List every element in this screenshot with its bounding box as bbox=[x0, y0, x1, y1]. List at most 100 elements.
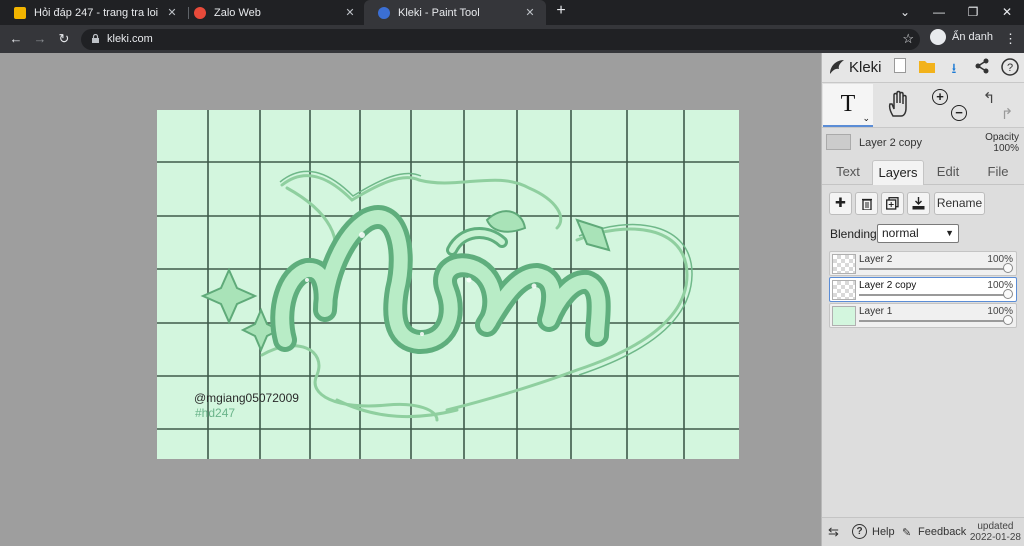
panel-footer: ⇆ ? Help ✎ Feedback updated 2022-01-28 bbox=[822, 517, 1024, 546]
layer-opacity-handle[interactable] bbox=[1003, 263, 1013, 273]
opacity-readout: Opacity 100% bbox=[985, 132, 1019, 154]
rename-button[interactable]: Rename bbox=[934, 192, 985, 215]
zalo-favicon-icon bbox=[194, 6, 206, 19]
chevron-down-icon[interactable]: ⌄ bbox=[890, 0, 920, 25]
tab-title: Hỏi đáp 247 - trang tra loi bbox=[34, 6, 159, 19]
updated-label: updated bbox=[977, 521, 1014, 532]
tab-text[interactable]: Text bbox=[826, 160, 870, 185]
reload-icon[interactable]: ↻ bbox=[55, 30, 73, 48]
signature-handle: @mgiang05072009 bbox=[194, 391, 299, 405]
swap-sides-icon[interactable]: ⇆ bbox=[828, 524, 839, 540]
bookmark-star-icon[interactable]: ☆ bbox=[902, 31, 914, 47]
hand-tool-icon[interactable] bbox=[884, 89, 914, 119]
svg-text:?: ? bbox=[1007, 62, 1013, 74]
layer-opacity-handle[interactable] bbox=[1003, 315, 1013, 325]
browser-toolbar: ← → ↻ kleki.com ☆ Ẩn danh ⋮ bbox=[0, 25, 1024, 53]
trash-icon bbox=[861, 198, 872, 211]
zoom-out-icon[interactable]: − bbox=[951, 105, 967, 121]
open-folder-icon[interactable] bbox=[917, 58, 937, 78]
updated-date: 2022-01-28 bbox=[969, 532, 1021, 543]
layer-opacity-slider[interactable] bbox=[859, 268, 1009, 270]
tab-zalo[interactable]: Zalo Web ✕ bbox=[180, 0, 366, 25]
back-arrow-icon[interactable]: ← bbox=[7, 30, 25, 48]
layer-thumbnail bbox=[832, 280, 856, 300]
kleki-side-panel: Kleki ⭳ ? T ⌄ + − ↰ ↱ Layer 2 copy Opacit… bbox=[821, 53, 1024, 546]
tab-title: Zalo Web bbox=[214, 6, 261, 19]
blending-row: Blending normal ▼ bbox=[822, 223, 1024, 245]
kleki-logo[interactable]: Kleki bbox=[828, 58, 882, 76]
tab-title: Kleki - Paint Tool bbox=[398, 6, 480, 19]
new-tab-button[interactable]: + bbox=[552, 2, 570, 20]
tab-file[interactable]: File bbox=[976, 160, 1020, 185]
redo-icon[interactable]: ↱ bbox=[998, 105, 1016, 123]
download-icon[interactable]: ⭳ bbox=[944, 58, 964, 78]
profile-label: Ẩn danh bbox=[952, 31, 993, 43]
duplicate-layer-button[interactable] bbox=[881, 192, 904, 215]
minimize-button[interactable]: — bbox=[924, 0, 954, 25]
undo-icon[interactable]: ↰ bbox=[980, 89, 998, 107]
help-link[interactable]: Help bbox=[872, 526, 895, 538]
address-bar[interactable]: kleki.com ☆ bbox=[81, 29, 920, 50]
layer-thumbnail bbox=[832, 306, 856, 326]
drawing-canvas[interactable]: @mgiang05072009 #hd247 bbox=[157, 110, 739, 459]
zoom-in-icon[interactable]: + bbox=[932, 89, 948, 105]
merge-down-icon bbox=[912, 197, 925, 210]
tab-layers[interactable]: Layers bbox=[872, 160, 924, 185]
feedback-link[interactable]: Feedback bbox=[918, 526, 966, 538]
close-icon[interactable]: ✕ bbox=[522, 6, 538, 19]
menu-kebab-icon[interactable]: ⋮ bbox=[1004, 31, 1017, 47]
close-icon[interactable]: ✕ bbox=[164, 6, 180, 19]
layer-actions: ✚ Rename bbox=[822, 190, 1024, 218]
canvas-artwork bbox=[157, 110, 739, 459]
panel-tabs: Text Layers Edit File bbox=[822, 157, 1024, 185]
incognito-profile-button[interactable]: Ẩn danh bbox=[930, 29, 993, 45]
current-layer-thumbnail bbox=[826, 134, 851, 150]
hoidap-favicon-icon bbox=[14, 6, 26, 19]
tool-selector-row: T ⌄ + − ↰ ↱ bbox=[822, 83, 1024, 128]
tab-edit[interactable]: Edit bbox=[926, 160, 970, 185]
close-icon[interactable]: ✕ bbox=[342, 6, 358, 19]
blending-select[interactable]: normal ▼ bbox=[877, 224, 959, 243]
layer-name: Layer 1 bbox=[859, 306, 893, 317]
forward-arrow-icon[interactable]: → bbox=[31, 30, 49, 48]
layer-thumbnail bbox=[832, 254, 856, 274]
duplicate-icon bbox=[886, 197, 899, 210]
merge-layer-button[interactable] bbox=[907, 192, 930, 215]
layer-name: Layer 2 bbox=[859, 254, 893, 265]
url-text: kleki.com bbox=[107, 33, 153, 45]
blending-label: Blending bbox=[830, 227, 877, 241]
text-tool-button[interactable]: T ⌄ bbox=[823, 84, 873, 127]
feedback-icon: ✎ bbox=[902, 527, 912, 539]
delete-layer-button[interactable] bbox=[855, 192, 878, 215]
app-name: Kleki bbox=[849, 58, 882, 76]
layer-name: Layer 2 copy bbox=[859, 280, 917, 291]
incognito-icon bbox=[930, 29, 946, 45]
new-file-icon[interactable] bbox=[890, 58, 910, 78]
chevron-down-icon[interactable]: ⌄ bbox=[862, 113, 870, 123]
chevron-down-icon: ▼ bbox=[945, 228, 954, 238]
layer-item[interactable]: Layer 1 100% bbox=[829, 303, 1017, 328]
layer-opacity-slider[interactable] bbox=[859, 320, 1009, 322]
add-layer-button[interactable]: ✚ bbox=[829, 192, 852, 215]
layer-item[interactable]: Layer 2 copy 100% bbox=[829, 277, 1017, 302]
current-layer-name: Layer 2 copy bbox=[859, 137, 922, 149]
layer-opacity-handle[interactable] bbox=[1003, 289, 1013, 299]
help-circle-icon[interactable]: ? bbox=[852, 524, 867, 539]
layer-opacity-slider[interactable] bbox=[859, 294, 1009, 296]
kleki-header: Kleki ⭳ ? bbox=[822, 53, 1024, 83]
kleki-logo-icon bbox=[830, 60, 844, 74]
opacity-value: 100% bbox=[993, 143, 1019, 154]
tab-hoidap[interactable]: Hỏi đáp 247 - trang tra loi ✕ bbox=[0, 0, 188, 25]
tab-kleki[interactable]: Kleki - Paint Tool ✕ bbox=[364, 0, 546, 25]
help-icon[interactable]: ? bbox=[1000, 58, 1020, 78]
opacity-label: Opacity bbox=[985, 132, 1019, 143]
blending-value: normal bbox=[882, 226, 919, 240]
browser-tab-strip: Hỏi đáp 247 - trang tra loi ✕ Zalo Web ✕… bbox=[0, 0, 1024, 25]
close-window-button[interactable]: ✕ bbox=[992, 0, 1022, 25]
kleki-favicon-icon bbox=[378, 6, 390, 19]
workspace: @mgiang05072009 #hd247 bbox=[0, 53, 821, 546]
restore-button[interactable]: ❐ bbox=[958, 0, 988, 25]
layer-item[interactable]: Layer 2 100% bbox=[829, 251, 1017, 276]
updated-info: updated 2022-01-28 bbox=[970, 521, 1021, 543]
share-icon[interactable] bbox=[972, 58, 992, 78]
